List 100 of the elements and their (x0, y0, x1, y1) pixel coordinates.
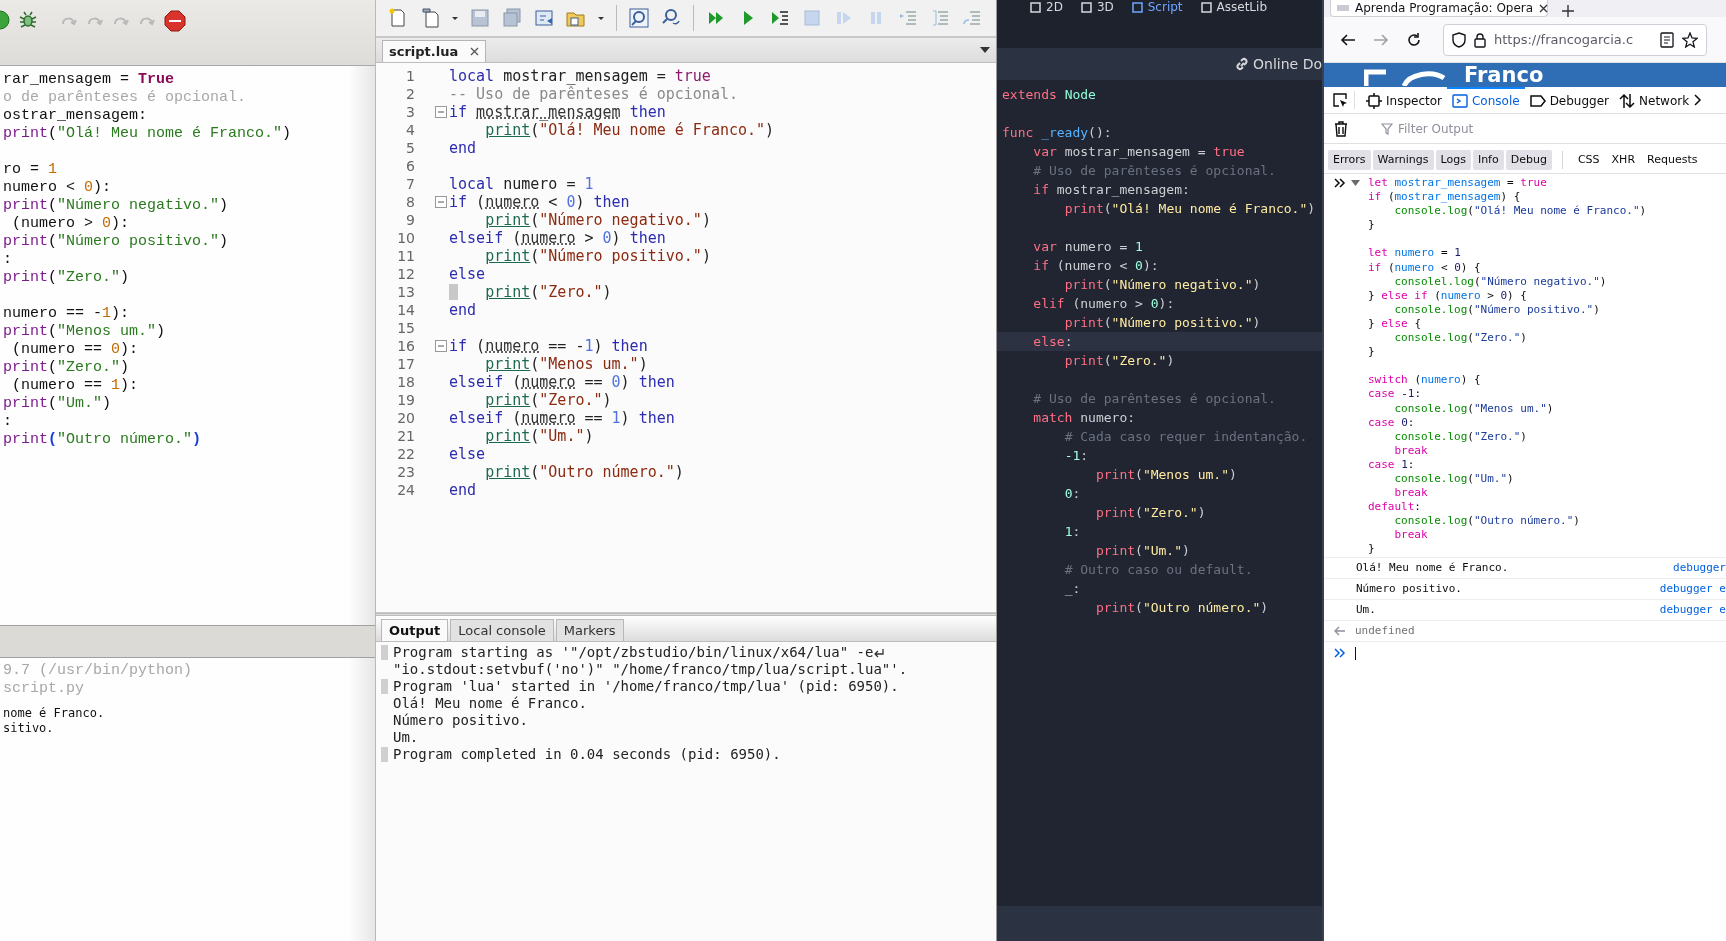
code-line: console.log("Número positivo.") (1393, 302, 1600, 317)
line-number: 19 (396, 391, 415, 409)
code-line: print("Número positivo.") (484, 247, 711, 265)
code-line: } else { (1368, 316, 1421, 332)
chevron-icon[interactable] (1694, 94, 1703, 106)
expand-twisty-icon[interactable] (1351, 180, 1360, 187)
code-line: -- Uso de parênteses é opcional. (449, 85, 738, 103)
code-line: print("Menos um.") (3, 323, 167, 341)
filter-toggle[interactable]: Debug (1505, 150, 1552, 170)
search-icon[interactable] (629, 8, 649, 28)
line-number: 24 (396, 481, 415, 499)
line-number: 2 (405, 85, 415, 103)
window-icon[interactable] (534, 8, 554, 28)
paste-icon[interactable] (420, 8, 440, 28)
workspace-icon (1080, 1, 1092, 13)
code-line: 0: (1063, 485, 1082, 503)
reader-view-icon[interactable] (1660, 31, 1674, 48)
code-line: console.log("Um.") (1393, 471, 1514, 487)
filter-toggle[interactable]: Logs (1435, 150, 1471, 170)
console-icon (1452, 93, 1468, 109)
new-tab-icon[interactable] (1562, 5, 1574, 17)
code-line: print("Número positivo.") (3, 233, 230, 251)
code-line: print("Menos um.") (1094, 466, 1238, 484)
devtools-tab[interactable]: Inspector (1361, 87, 1447, 113)
code-line: elseif (numero == 0) then (449, 373, 675, 391)
code-line: print("Zero.") (1094, 504, 1207, 522)
browser-tab[interactable]: Aprenda Programação: Opera (1330, 0, 1548, 17)
shield-icon[interactable] (1452, 31, 1466, 48)
code-line: o de parênteses é opcional. (3, 89, 248, 107)
workspace-tab[interactable]: 2D (1030, 0, 1063, 14)
output-line: Program starting as '"/opt/zbstudio/bin/linux/x64/lua" -e (393, 644, 874, 661)
fold-icon[interactable] (435, 196, 447, 208)
address-bar[interactable]: https://francogarcia.c (1443, 23, 1707, 56)
panel-tab[interactable]: Markers (555, 619, 624, 641)
source-link[interactable]: debugger (1673, 560, 1726, 575)
reload-icon[interactable] (1406, 31, 1422, 48)
code-line: print("Menos um.") (484, 355, 648, 373)
code-line: case 0: (1368, 415, 1415, 430)
code-line: : (3, 413, 13, 431)
filter-icon (1381, 122, 1393, 135)
source-link[interactable]: debugger e (1659, 602, 1726, 617)
code-line: -1: (1063, 447, 1090, 465)
bug-icon[interactable] (18, 10, 38, 30)
close-icon[interactable] (470, 47, 480, 56)
code-line: local numero = 1 (449, 175, 594, 193)
line-number: 18 (396, 373, 415, 391)
filter-toggle[interactable]: CSS (1572, 150, 1605, 170)
workspace-tab[interactable]: Script (1131, 0, 1183, 14)
code-line: var numero = 1 (1032, 238, 1144, 256)
run-to-line-icon[interactable] (770, 8, 790, 28)
code-line: break (1393, 486, 1428, 501)
run-icon[interactable] (0, 10, 10, 30)
filter-toggle[interactable]: Requests (1642, 150, 1703, 170)
filter-toggle[interactable]: XHR (1606, 150, 1641, 170)
fold-icon[interactable] (435, 106, 447, 118)
code-line: print("Zero.") (484, 283, 612, 301)
online-docs-link[interactable]: Online Do (1253, 55, 1322, 73)
workspace-tab[interactable]: 3D (1080, 0, 1114, 14)
back-icon[interactable] (1340, 31, 1356, 48)
code-line: print("Outro número.") (3, 431, 203, 449)
filter-field[interactable]: Filter Output (1398, 121, 1726, 136)
code-line: print("Um.") (484, 427, 594, 445)
new-file-icon[interactable] (388, 8, 408, 28)
trash-icon[interactable] (1334, 120, 1348, 137)
editor-tab[interactable]: script.lua (382, 40, 487, 62)
panel-tab[interactable]: Output (381, 619, 449, 641)
fold-icon[interactable] (435, 340, 447, 352)
code-line: func _ready(): (1002, 124, 1113, 142)
workspace-tab[interactable]: AssetLib (1200, 0, 1267, 14)
workspace-icon (1030, 1, 1041, 13)
code-line: break (1393, 443, 1428, 458)
element-picker-icon[interactable] (1332, 92, 1348, 108)
line-number: 22 (396, 445, 415, 463)
code-line: } (1368, 345, 1375, 360)
stop-icon[interactable] (164, 10, 186, 32)
dropdown-icon[interactable] (980, 46, 990, 54)
code-line: break (1393, 528, 1428, 543)
output-line: Program completed in 0.04 seconds (pid: 6950). (393, 746, 781, 763)
code-line: if (mostrar_mensagem) { (1368, 190, 1521, 205)
devtools-tab[interactable]: Console (1447, 87, 1525, 113)
filter-toggle[interactable]: Info (1472, 150, 1504, 170)
code-line: local mostrar_mensagem = true (449, 67, 711, 85)
filter-toggle[interactable]: Errors (1328, 150, 1371, 170)
line-number: 7 (405, 175, 415, 193)
close-icon[interactable] (1539, 3, 1549, 13)
forward-icon[interactable] (1373, 31, 1389, 48)
star-icon[interactable] (1682, 31, 1698, 48)
code-line: print("Outro número.") (1094, 599, 1270, 617)
devtools-tab[interactable]: Network (1614, 87, 1695, 113)
link-icon[interactable] (1235, 57, 1250, 71)
source-link[interactable]: debugger e (1659, 581, 1726, 596)
devtools-tab[interactable]: Debugger (1524, 87, 1615, 113)
filter-toggle[interactable]: Warnings (1372, 150, 1434, 170)
code-line: if (numero == -1) then (449, 337, 648, 355)
panel-tab[interactable]: Local console (450, 619, 554, 641)
code-line: switch (numero) { (1368, 373, 1481, 388)
code-line: (numero == 1): (11, 377, 140, 395)
code-line: print("Número positivo.") (1063, 314, 1262, 332)
code-line: } (1368, 218, 1375, 233)
code-line: print("Olá! Meu nome é Franco.") (3, 125, 293, 143)
